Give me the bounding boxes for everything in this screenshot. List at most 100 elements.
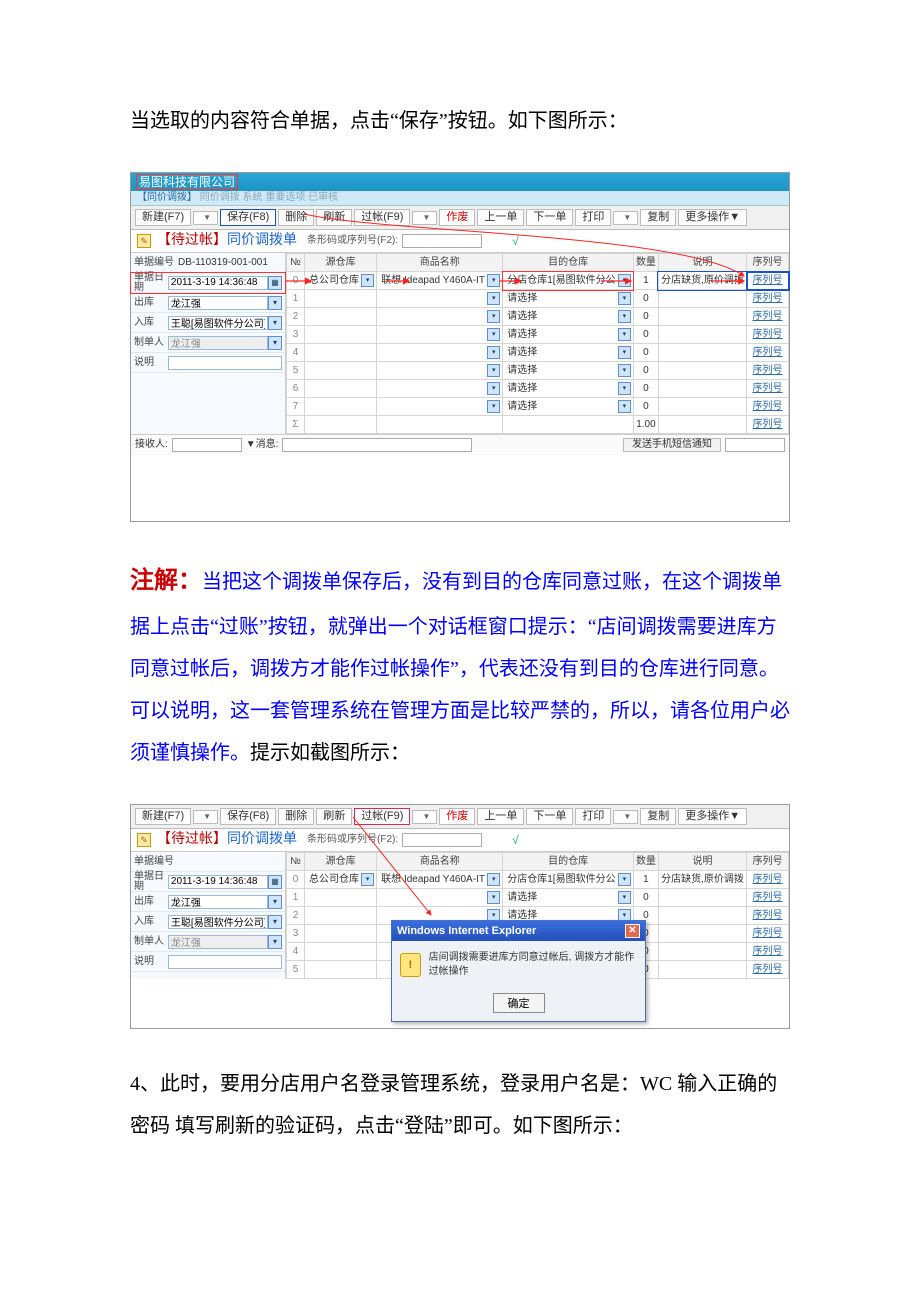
dst-cell[interactable]: 请选择 <box>505 402 616 412</box>
prev-button[interactable]: 上一单 <box>477 209 524 226</box>
more-button[interactable]: 更多操作▼ <box>678 209 747 226</box>
serial-link[interactable]: 序列号 <box>747 416 789 434</box>
serial-link[interactable]: 序列号 <box>747 344 789 362</box>
dst-cell[interactable]: 请选择 <box>505 330 616 340</box>
new-button[interactable]: 新建(F7) <box>135 808 191 825</box>
qty-cell[interactable]: 1 <box>633 871 658 889</box>
in-input[interactable] <box>168 316 268 330</box>
void-button[interactable]: 作废 <box>439 209 475 226</box>
save-button[interactable]: 保存(F8) <box>220 808 276 825</box>
dst-cell[interactable]: 分店仓库1[易图软件分公 <box>505 276 616 286</box>
chevron-down-icon[interactable]: ▾ <box>268 316 282 330</box>
chevron-down-icon[interactable]: ▾ <box>487 328 500 341</box>
doc-date-input[interactable] <box>168 875 268 889</box>
chevron-down-icon[interactable]: ▾ <box>618 328 631 341</box>
search-ok-icon[interactable]: √ <box>512 834 519 846</box>
chevron-down-icon[interactable]: ▾ <box>618 274 631 287</box>
chevron-down-icon[interactable]: ▾ <box>487 400 500 413</box>
print-button[interactable]: 打印 <box>575 808 611 825</box>
serial-link[interactable]: 序列号 <box>747 907 789 925</box>
product-cell[interactable]: 联想 Ideapad Y460A-IT <box>379 875 485 885</box>
new-dropdown[interactable] <box>193 211 218 225</box>
chevron-down-icon[interactable]: ▾ <box>618 346 631 359</box>
serial-link[interactable]: 序列号 <box>747 272 789 290</box>
desc-cell[interactable]: 分店缺货,原价调拨 <box>658 871 746 889</box>
serial-link[interactable]: 序列号 <box>747 871 789 889</box>
out-input[interactable] <box>168 296 268 310</box>
qty-cell[interactable]: 0 <box>633 889 658 907</box>
chevron-down-icon[interactable]: ▾ <box>487 310 500 323</box>
serial-link[interactable]: 序列号 <box>747 290 789 308</box>
chevron-down-icon[interactable]: ▾ <box>487 873 500 886</box>
serial-link[interactable]: 序列号 <box>747 889 789 907</box>
next-button[interactable]: 下一单 <box>526 209 573 226</box>
void-button[interactable]: 作废 <box>439 808 475 825</box>
new-button[interactable]: 新建(F7) <box>135 209 191 226</box>
serial-link[interactable]: 序列号 <box>747 961 789 979</box>
qty-cell[interactable]: 0 <box>633 380 658 398</box>
next-button[interactable]: 下一单 <box>526 808 573 825</box>
qty-cell[interactable]: 0 <box>633 398 658 416</box>
delete-button[interactable]: 删除 <box>278 209 314 226</box>
print-dropdown[interactable] <box>613 810 638 824</box>
dst-cell[interactable]: 请选择 <box>505 384 616 394</box>
chevron-down-icon[interactable]: ▾ <box>268 915 282 929</box>
chevron-down-icon[interactable]: ▾ <box>618 292 631 305</box>
src-cell[interactable]: 总公司仓库 <box>307 875 359 885</box>
chevron-down-icon[interactable]: ▾ <box>618 400 631 413</box>
chevron-down-icon[interactable]: ▾ <box>268 296 282 310</box>
post-dropdown[interactable] <box>412 810 437 824</box>
serial-link[interactable]: 序列号 <box>747 943 789 961</box>
serial-link[interactable]: 序列号 <box>747 925 789 943</box>
out-input[interactable] <box>168 895 268 909</box>
chevron-down-icon[interactable]: ▾ <box>487 364 500 377</box>
print-button[interactable]: 打印 <box>575 209 611 226</box>
doc-date-input[interactable] <box>168 276 268 290</box>
qty-cell[interactable]: 0 <box>633 344 658 362</box>
chevron-down-icon[interactable]: ▾ <box>618 873 631 886</box>
ok-button[interactable]: 确定 <box>493 993 545 1013</box>
chevron-down-icon[interactable]: ▾ <box>618 310 631 323</box>
post-button[interactable]: 过帐(F9) <box>354 209 410 226</box>
dst-cell[interactable]: 请选择 <box>505 294 616 304</box>
chevron-down-icon[interactable]: ▾ <box>487 346 500 359</box>
dst-cell[interactable]: 请选择 <box>505 348 616 358</box>
post-dropdown[interactable] <box>412 211 437 225</box>
save-button[interactable]: 保存(F8) <box>220 209 276 226</box>
send-sms-button[interactable]: 发送手机短信通知 <box>623 438 721 452</box>
serial-link[interactable]: 序列号 <box>747 398 789 416</box>
print-dropdown[interactable] <box>613 211 638 225</box>
delete-button[interactable]: 删除 <box>278 808 314 825</box>
active-tab[interactable]: 【同价调拨】 <box>137 192 197 203</box>
chevron-down-icon[interactable]: ▾ <box>361 274 374 287</box>
prev-button[interactable]: 上一单 <box>477 808 524 825</box>
barcode-input[interactable] <box>402 833 482 847</box>
chevron-down-icon[interactable]: ▾ <box>487 891 500 904</box>
copy-button[interactable]: 复制 <box>640 209 676 226</box>
desc-input[interactable] <box>168 955 282 969</box>
chevron-down-icon[interactable]: ▾ <box>361 873 374 886</box>
message-input[interactable] <box>282 438 472 452</box>
qty-cell[interactable]: 0 <box>633 326 658 344</box>
chevron-down-icon[interactable]: ▾ <box>618 891 631 904</box>
chevron-down-icon[interactable]: ▾ <box>487 382 500 395</box>
refresh-button[interactable]: 刷新 <box>316 209 352 226</box>
dst-cell[interactable]: 请选择 <box>505 911 616 921</box>
src-cell[interactable]: 总公司仓库 <box>307 276 359 286</box>
qty-cell[interactable]: 0 <box>633 308 658 326</box>
in-input[interactable] <box>168 915 268 929</box>
calendar-icon[interactable]: ▦ <box>268 276 282 290</box>
serial-link[interactable]: 序列号 <box>747 380 789 398</box>
serial-link[interactable]: 序列号 <box>747 326 789 344</box>
qty-cell[interactable]: 0 <box>633 362 658 380</box>
barcode-input[interactable] <box>402 234 482 248</box>
close-icon[interactable]: ✕ <box>625 924 640 938</box>
product-cell[interactable]: 联想 Ideapad Y460A-IT <box>379 276 485 286</box>
dst-cell[interactable]: 请选择 <box>505 312 616 322</box>
qty-cell[interactable]: 1 <box>633 272 658 290</box>
dst-cell[interactable]: 分店仓库1[易图软件分公 <box>505 875 616 885</box>
calendar-icon[interactable]: ▦ <box>268 875 282 889</box>
search-ok-icon[interactable]: √ <box>512 235 519 247</box>
qty-cell[interactable]: 0 <box>633 290 658 308</box>
receiver-input[interactable] <box>172 438 242 452</box>
